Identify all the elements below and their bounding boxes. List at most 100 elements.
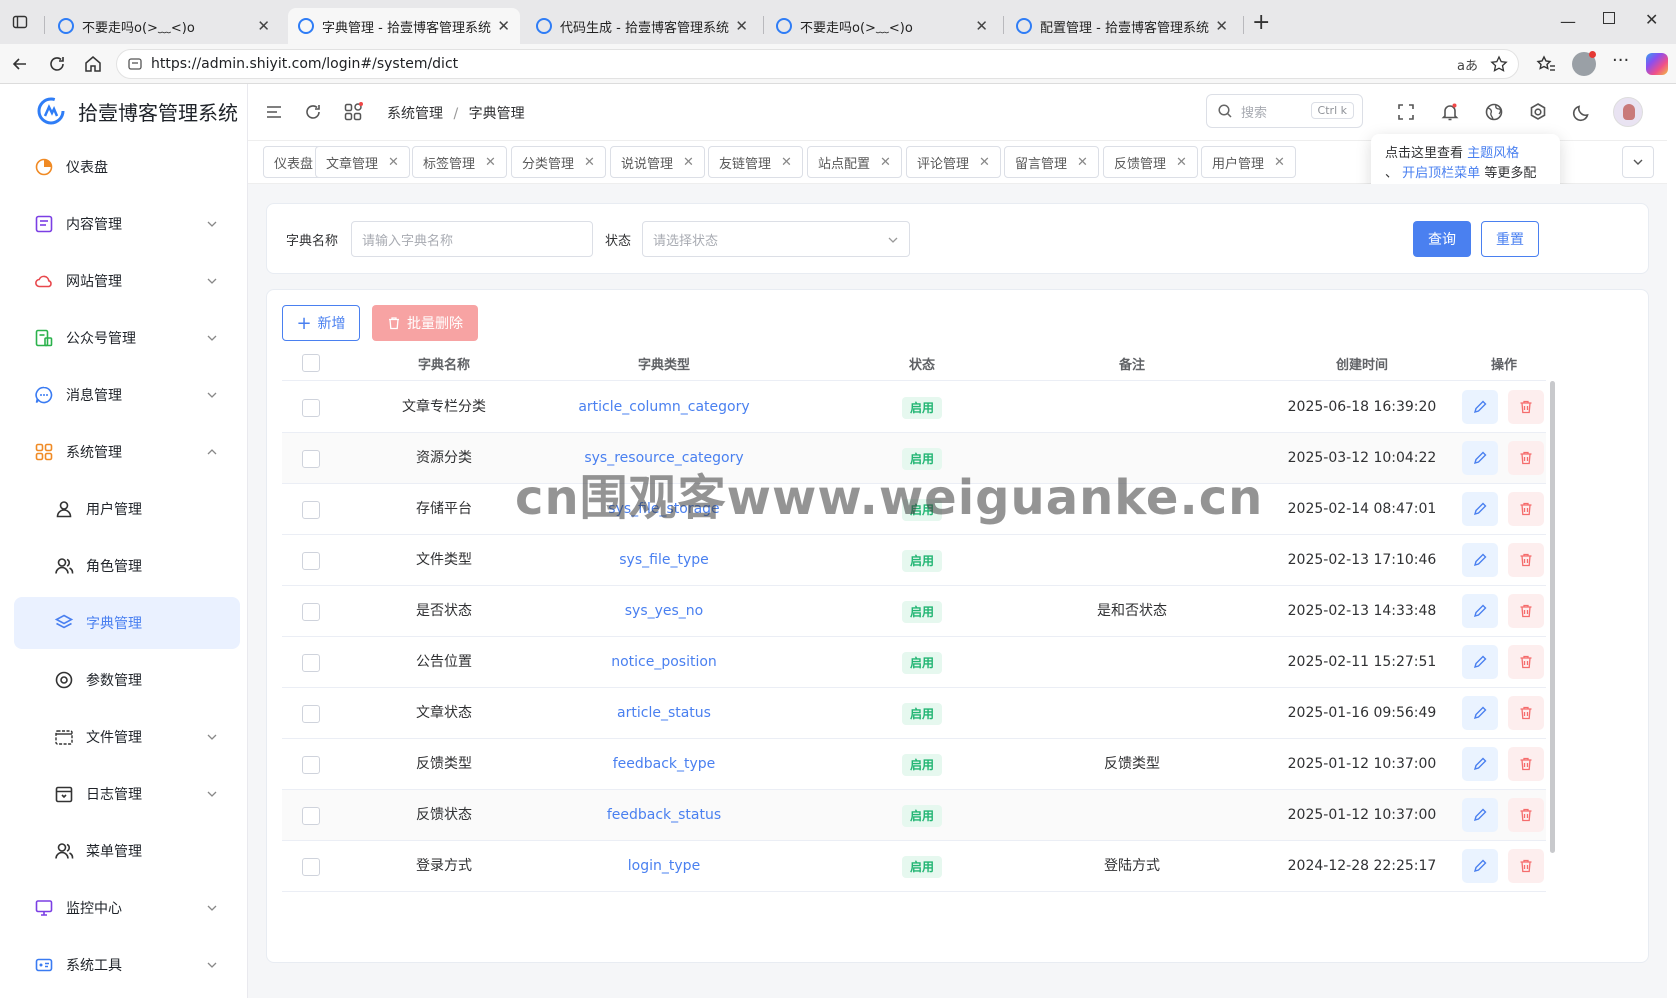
cell-dict-type[interactable]: article_status bbox=[552, 688, 776, 738]
bell-icon[interactable] bbox=[1440, 102, 1460, 122]
maximize-button[interactable] bbox=[1603, 12, 1615, 24]
edit-button[interactable] bbox=[1462, 492, 1498, 526]
tag-feedback[interactable]: 反馈管理 ✕ bbox=[1103, 146, 1198, 178]
window-close-button[interactable]: ✕ bbox=[1645, 10, 1658, 29]
app-logo[interactable]: 拾壹博客管理系统 bbox=[36, 96, 238, 126]
sidebar-item-wechat[interactable]: 公众号管理 bbox=[14, 312, 240, 364]
cell-dict-type[interactable]: notice_position bbox=[552, 637, 776, 687]
browser-tab-5[interactable]: 配置管理 - 拾壹博客管理系统 ✕ bbox=[1006, 8, 1238, 44]
edit-button[interactable] bbox=[1462, 798, 1498, 832]
delete-button[interactable] bbox=[1508, 390, 1544, 424]
url-field[interactable]: https://admin.shiyit.com/login#/system/d… bbox=[116, 49, 1519, 79]
row-checkbox[interactable] bbox=[302, 807, 320, 825]
cell-dict-type[interactable]: sys_file_type bbox=[552, 535, 776, 585]
close-icon[interactable]: ✕ bbox=[485, 155, 496, 170]
row-checkbox[interactable] bbox=[302, 756, 320, 774]
theme-style-link[interactable]: 主题风格 bbox=[1467, 146, 1519, 161]
delete-button[interactable] bbox=[1508, 492, 1544, 526]
profile-avatar[interactable] bbox=[1572, 51, 1596, 76]
browser-tab-4[interactable]: 不要走吗o(>﹏<)o ✕ bbox=[766, 8, 998, 44]
dark-mode-icon[interactable] bbox=[1572, 102, 1592, 122]
close-icon[interactable]: ✕ bbox=[1077, 155, 1088, 170]
row-checkbox[interactable] bbox=[302, 858, 320, 876]
tags-more-dropdown[interactable] bbox=[1622, 146, 1654, 178]
row-checkbox[interactable] bbox=[302, 450, 320, 468]
site-info-icon[interactable] bbox=[127, 56, 143, 72]
apps-icon[interactable] bbox=[343, 102, 363, 122]
row-checkbox[interactable] bbox=[302, 552, 320, 570]
sidebar-item-dict[interactable]: 字典管理 bbox=[14, 597, 240, 649]
tag-message-board[interactable]: 留言管理 ✕ bbox=[1004, 146, 1099, 178]
edit-button[interactable] bbox=[1462, 849, 1498, 883]
select-all-checkbox[interactable] bbox=[302, 354, 320, 372]
breadcrumb-item[interactable]: 系统管理 bbox=[387, 106, 443, 122]
back-icon[interactable] bbox=[10, 54, 30, 74]
sidebar-item-message[interactable]: 消息管理 bbox=[14, 369, 240, 421]
dict-name-input[interactable]: 请输入字典名称 bbox=[351, 221, 593, 257]
row-checkbox[interactable] bbox=[302, 654, 320, 672]
delete-button[interactable] bbox=[1508, 849, 1544, 883]
language-icon[interactable] bbox=[1484, 102, 1504, 122]
edit-button[interactable] bbox=[1462, 441, 1498, 475]
copilot-icon[interactable] bbox=[1646, 53, 1668, 75]
close-icon[interactable]: ✕ bbox=[735, 17, 748, 35]
delete-button[interactable] bbox=[1508, 747, 1544, 781]
delete-button[interactable] bbox=[1508, 696, 1544, 730]
more-icon[interactable]: ··· bbox=[1612, 50, 1629, 71]
browser-tab-2[interactable]: 字典管理 - 拾壹博客管理系统 ✕ bbox=[288, 8, 520, 44]
close-icon[interactable]: ✕ bbox=[880, 155, 891, 170]
favorite-star-icon[interactable] bbox=[1490, 55, 1508, 73]
add-button[interactable]: + 新增 bbox=[282, 305, 360, 341]
tag-category[interactable]: 分类管理 ✕ bbox=[511, 146, 606, 178]
sidebar-item-dashboard[interactable]: 仪表盘 bbox=[14, 141, 240, 193]
sidebar-item-logs[interactable]: 日志管理 bbox=[14, 768, 240, 820]
sidebar-item-roles[interactable]: 角色管理 bbox=[14, 540, 240, 592]
sidebar-item-menus[interactable]: 菜单管理 bbox=[14, 825, 240, 877]
delete-button[interactable] bbox=[1508, 645, 1544, 679]
row-checkbox[interactable] bbox=[302, 705, 320, 723]
edit-button[interactable] bbox=[1462, 696, 1498, 730]
sidebar-item-content[interactable]: 内容管理 bbox=[14, 198, 240, 250]
edit-button[interactable] bbox=[1462, 747, 1498, 781]
tag-friend-link[interactable]: 友链管理 ✕ bbox=[708, 146, 803, 178]
close-icon[interactable]: ✕ bbox=[1274, 155, 1285, 170]
status-select[interactable]: 请选择状态 bbox=[642, 221, 910, 257]
tag-talk[interactable]: 说说管理 ✕ bbox=[610, 146, 705, 178]
row-checkbox[interactable] bbox=[302, 501, 320, 519]
cell-dict-type[interactable]: sys_yes_no bbox=[552, 586, 776, 636]
close-icon[interactable]: ✕ bbox=[979, 155, 990, 170]
close-icon[interactable]: ✕ bbox=[584, 155, 595, 170]
minimize-button[interactable]: — bbox=[1560, 12, 1576, 31]
query-button[interactable]: 查询 bbox=[1413, 221, 1471, 257]
settings-gear-icon[interactable] bbox=[1528, 102, 1548, 122]
tag-site-config[interactable]: 站点配置 ✕ bbox=[807, 146, 902, 178]
edit-button[interactable] bbox=[1462, 390, 1498, 424]
browser-tab-1[interactable]: 不要走吗o(>﹏<)o ✕ bbox=[48, 8, 280, 44]
cell-dict-type[interactable]: article_column_category bbox=[552, 382, 776, 432]
delete-button[interactable] bbox=[1508, 594, 1544, 628]
sidebar-item-files[interactable]: 文件管理 bbox=[14, 711, 240, 763]
edit-button[interactable] bbox=[1462, 594, 1498, 628]
close-icon[interactable]: ✕ bbox=[1176, 155, 1187, 170]
close-icon[interactable]: ✕ bbox=[975, 17, 988, 35]
cell-dict-type[interactable]: login_type bbox=[552, 841, 776, 891]
favorites-icon[interactable] bbox=[1536, 54, 1556, 74]
read-aloud-icon[interactable]: aあ bbox=[1457, 55, 1478, 74]
sidebar-item-monitor[interactable]: 监控中心 bbox=[14, 882, 240, 934]
edit-button[interactable] bbox=[1462, 645, 1498, 679]
sidebar-item-tools[interactable]: 系统工具 bbox=[14, 939, 240, 991]
cell-dict-type[interactable]: feedback_status bbox=[552, 790, 776, 840]
reset-button[interactable]: 重置 bbox=[1481, 221, 1539, 257]
user-avatar[interactable] bbox=[1613, 97, 1643, 127]
tag-user[interactable]: 用户管理 ✕ bbox=[1201, 146, 1296, 178]
refresh-icon[interactable] bbox=[303, 102, 323, 122]
sidebar-item-system[interactable]: 系统管理 bbox=[14, 426, 240, 478]
cell-dict-type[interactable]: feedback_type bbox=[552, 739, 776, 789]
close-icon[interactable]: ✕ bbox=[683, 155, 694, 170]
tag-comment[interactable]: 评论管理 ✕ bbox=[906, 146, 1001, 178]
collapse-sidebar-icon[interactable] bbox=[264, 102, 284, 122]
row-checkbox[interactable] bbox=[302, 603, 320, 621]
global-search[interactable]: 搜索 Ctrl k bbox=[1206, 94, 1363, 128]
delete-button[interactable] bbox=[1508, 543, 1544, 577]
top-menu-link[interactable]: 开启顶栏菜单 bbox=[1402, 166, 1480, 181]
